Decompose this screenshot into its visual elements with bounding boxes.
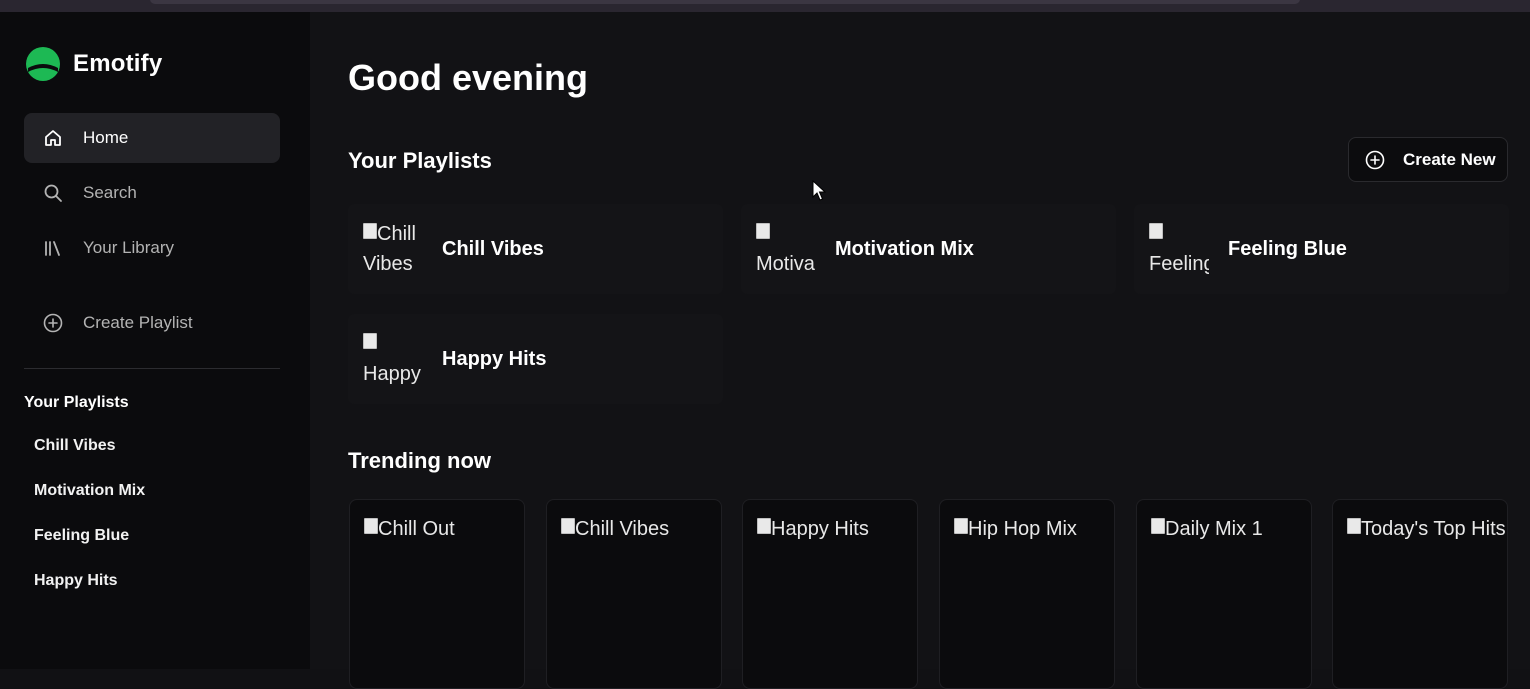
broken-image-icon	[364, 518, 378, 534]
sidebar-playlist-item[interactable]: Chill Vibes	[34, 437, 116, 455]
broken-image-icon	[1151, 518, 1165, 534]
trending-card[interactable]: Daily Mix 1	[1136, 499, 1312, 689]
plus-circle-icon	[43, 313, 63, 333]
plus-circle-icon	[1365, 150, 1385, 170]
broken-image-icon	[1149, 223, 1163, 239]
playlist-name: Happy Hits	[442, 347, 547, 370]
sidebar-divider	[24, 368, 280, 369]
image-alt-text: Happy Hits	[771, 518, 869, 540]
trending-card[interactable]: Today's Top Hits	[1332, 499, 1508, 689]
browser-address-bar[interactable]	[150, 0, 1300, 4]
library-icon	[43, 238, 63, 258]
sidebar-playlists-title: Your Playlists	[24, 394, 129, 411]
playlist-name: Feeling Blue	[1228, 237, 1347, 260]
playlist-name: Chill Vibes	[442, 237, 544, 260]
your-playlists-heading: Your Playlists	[348, 148, 492, 173]
sidebar-playlist-item[interactable]: Happy Hits	[34, 572, 118, 590]
broken-image-icon	[363, 223, 377, 239]
broken-image-icon	[561, 518, 575, 534]
playlist-cover-image: Motiva Mix	[756, 219, 816, 279]
nav-home-label: Home	[83, 128, 129, 147]
playlist-card[interactable]: Happy Hi Happy Hits	[348, 314, 723, 404]
playlist-card[interactable]: Feeling Bl Feeling Blue	[1134, 204, 1509, 294]
emotify-logo-icon	[26, 47, 60, 81]
page-title: Good evening	[348, 57, 589, 98]
create-new-label: Create New	[1403, 149, 1496, 169]
nav-search[interactable]: Search	[24, 168, 280, 218]
image-alt-text: Daily Mix 1	[1165, 518, 1263, 540]
broken-image-icon	[363, 333, 377, 349]
image-alt-text: Today's Top Hits	[1361, 518, 1506, 540]
playlist-name: Motivation Mix	[835, 237, 974, 260]
image-alt-text: Motiva Mix	[756, 253, 815, 275]
broken-image-icon	[756, 223, 770, 239]
create-playlist-label: Create Playlist	[83, 313, 193, 332]
browser-top-bar	[0, 0, 1530, 12]
playlist-cover-image: Feeling Bl	[1149, 219, 1209, 279]
search-icon	[43, 183, 63, 203]
app-name: Emotify	[73, 50, 163, 77]
image-alt-text: Feeling Bl	[1149, 253, 1209, 275]
image-alt-text: Chill Vibes	[575, 518, 670, 540]
trending-card[interactable]: Chill Vibes	[546, 499, 722, 689]
nav-your-library[interactable]: Your Library	[24, 223, 280, 273]
create-new-button[interactable]: Create New	[1348, 137, 1508, 182]
mouse-cursor-icon	[812, 179, 827, 207]
broken-image-icon	[757, 518, 771, 534]
main-content: Good evening Your Playlists Create New C…	[310, 12, 1530, 689]
sidebar: Emotify Home Search Your Library Create …	[0, 12, 310, 669]
trending-heading: Trending now	[348, 448, 491, 473]
playlist-cover-image: Chill Vibes	[363, 219, 423, 279]
image-alt-text: Hip Hop Mix	[968, 518, 1077, 540]
playlist-cover-image: Happy Hi	[363, 329, 423, 389]
app-logo[interactable]: Emotify	[26, 47, 162, 81]
image-alt-text: Chill Out	[378, 518, 455, 540]
nav-search-label: Search	[83, 183, 137, 202]
trending-card[interactable]: Chill Out	[349, 499, 525, 689]
sidebar-playlist-item[interactable]: Feeling Blue	[34, 527, 129, 545]
nav-home[interactable]: Home	[24, 113, 280, 163]
sidebar-playlist-item[interactable]: Motivation Mix	[34, 482, 145, 500]
broken-image-icon	[1347, 518, 1361, 534]
broken-image-icon	[954, 518, 968, 534]
image-alt-text: Happy Hi	[363, 363, 421, 385]
trending-card[interactable]: Happy Hits	[742, 499, 918, 689]
trending-card[interactable]: Hip Hop Mix	[939, 499, 1115, 689]
playlist-card[interactable]: Motiva Mix Motivation Mix	[741, 204, 1116, 294]
playlist-card[interactable]: Chill Vibes Chill Vibes	[348, 204, 723, 294]
home-icon	[43, 128, 63, 148]
nav-your-library-label: Your Library	[83, 238, 175, 257]
create-playlist-button[interactable]: Create Playlist	[24, 298, 280, 348]
